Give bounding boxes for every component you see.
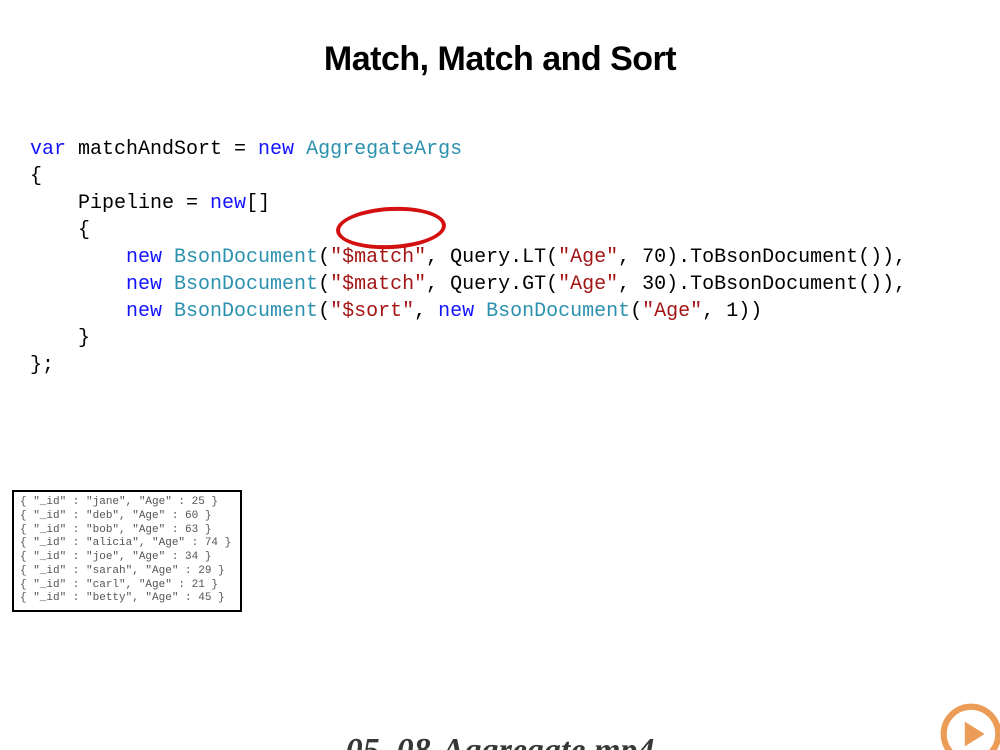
- code-line: new BsonDocument("$sort", new BsonDocume…: [30, 300, 762, 323]
- sample-data-box: { "_id" : "jane", "Age" : 25 } { "_id" :…: [12, 490, 242, 612]
- slide-title: Match, Match and Sort: [0, 40, 1000, 79]
- code-line: var matchAndSort = new AggregateArgs: [30, 138, 462, 161]
- code-line: Pipeline = new[]: [30, 192, 270, 215]
- code-line: {: [30, 165, 42, 188]
- pluralsight-logo: pluralsight: [935, 703, 1000, 750]
- code-line: }: [30, 327, 90, 350]
- code-line: };: [30, 354, 54, 377]
- code-line: new BsonDocument("$match", Query.LT("Age…: [30, 246, 906, 269]
- code-line: {: [30, 219, 90, 242]
- slide: Match, Match and Sort var matchAndSort =…: [0, 40, 1000, 750]
- highlight-circle-annotation: [335, 204, 447, 252]
- code-block: var matchAndSort = new AggregateArgs { P…: [30, 109, 1000, 433]
- play-icon: [940, 703, 1000, 750]
- video-filename: 05_08-Aggregate.mp4: [346, 732, 655, 750]
- code-line: new BsonDocument("$match", Query.GT("Age…: [30, 273, 906, 296]
